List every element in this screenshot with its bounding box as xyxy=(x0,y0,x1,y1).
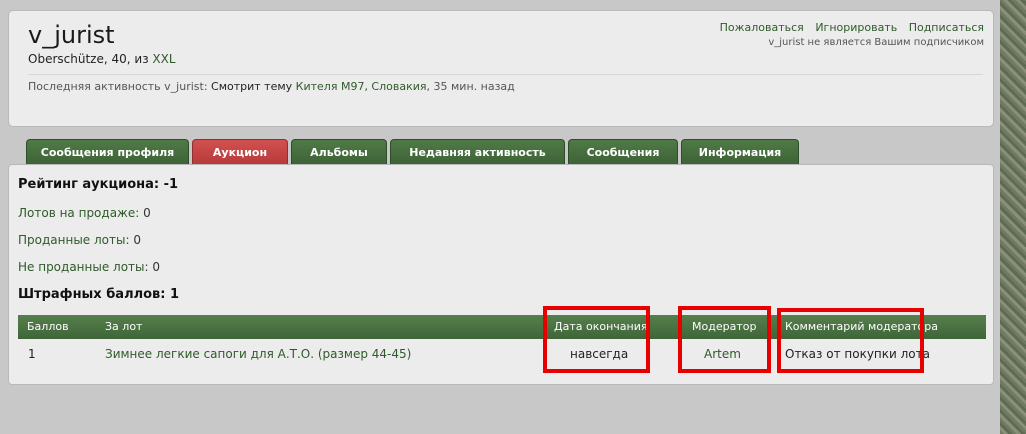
cell-moderator-link[interactable]: Artem xyxy=(704,341,741,367)
sold-lots-label: Проданные лоты: xyxy=(18,233,130,247)
user-location: Oberschütze xyxy=(28,52,104,66)
unsold-lots: Не проданные лоты: 0 xyxy=(18,260,160,274)
lots-on-sale: Лотов на продаже: 0 xyxy=(18,206,151,220)
tab-profile-posts[interactable]: Сообщения профиля xyxy=(26,139,189,164)
penalty-table-header: Баллов За лот Дата окончания Модератор К… xyxy=(18,315,986,339)
penalty-points: Штрафных баллов: 1 xyxy=(18,287,180,302)
activity-time: 35 мин. назад xyxy=(433,80,515,93)
profile-actions: Пожаловаться Игнорировать Подписаться v_… xyxy=(712,21,984,48)
user-from-word: из xyxy=(134,52,149,66)
ignore-link[interactable]: Игнорировать xyxy=(815,21,897,34)
profile-divider xyxy=(28,74,983,75)
background-texture xyxy=(1000,0,1026,434)
tab-posts[interactable]: Сообщения xyxy=(568,139,678,164)
report-link[interactable]: Пожаловаться xyxy=(720,21,804,34)
col-moderator: Модератор xyxy=(692,320,757,333)
profile-header: v_jurist Oberschütze, 40, из XXL Последн… xyxy=(8,10,994,127)
tab-albums[interactable]: Альбомы xyxy=(291,139,387,164)
cell-lot-link[interactable]: Зимнее легкие сапоги для А.Т.О. (размер … xyxy=(105,341,411,367)
activity-prefix: Последняя активность v_jurist: xyxy=(28,80,208,93)
auction-rating: Рейтинг аукциона: -1 xyxy=(18,177,179,192)
unsold-lots-value: 0 xyxy=(152,260,161,274)
col-moderator-comment: Комментарий модератора xyxy=(785,320,939,333)
subscribe-link[interactable]: Подписаться xyxy=(909,21,984,34)
lots-on-sale-value: 0 xyxy=(143,206,151,220)
table-row: 1 Зимнее легкие сапоги для А.Т.О. (разме… xyxy=(18,341,986,367)
unsold-lots-label: Не проданные лоты: xyxy=(18,260,149,274)
user-age: 40 xyxy=(111,52,127,66)
tab-auction[interactable]: Аукцион xyxy=(192,139,288,164)
cell-points: 1 xyxy=(28,347,36,361)
username: v_jurist xyxy=(28,21,115,49)
col-points: Баллов xyxy=(27,320,69,333)
sold-lots-value: 0 xyxy=(133,233,141,247)
cell-moderator-comment: Отказ от покупки лота xyxy=(785,347,930,361)
lots-on-sale-label: Лотов на продаже: xyxy=(18,206,140,220)
auction-panel: Рейтинг аукциона: -1 Лотов на продаже: 0… xyxy=(8,164,994,385)
cell-end-date: навсегда xyxy=(570,347,629,361)
col-lot: За лот xyxy=(105,320,143,333)
sold-lots: Проданные лоты: 0 xyxy=(18,233,141,247)
user-from-link[interactable]: XXL xyxy=(152,52,175,66)
subscription-note: v_jurist не является Вашим подписчиком xyxy=(768,37,984,48)
activity-topic-link[interactable]: Кителя М97, Словакия xyxy=(296,80,427,93)
tab-information[interactable]: Информация xyxy=(681,139,799,164)
tab-recent-activity[interactable]: Недавняя активность xyxy=(390,139,565,164)
col-end-date: Дата окончания xyxy=(554,320,648,333)
user-info: Oberschütze, 40, из XXL xyxy=(28,52,176,66)
activity-action: Смотрит тему xyxy=(211,80,293,93)
last-activity: Последняя активность v_jurist: Смотрит т… xyxy=(28,80,515,93)
